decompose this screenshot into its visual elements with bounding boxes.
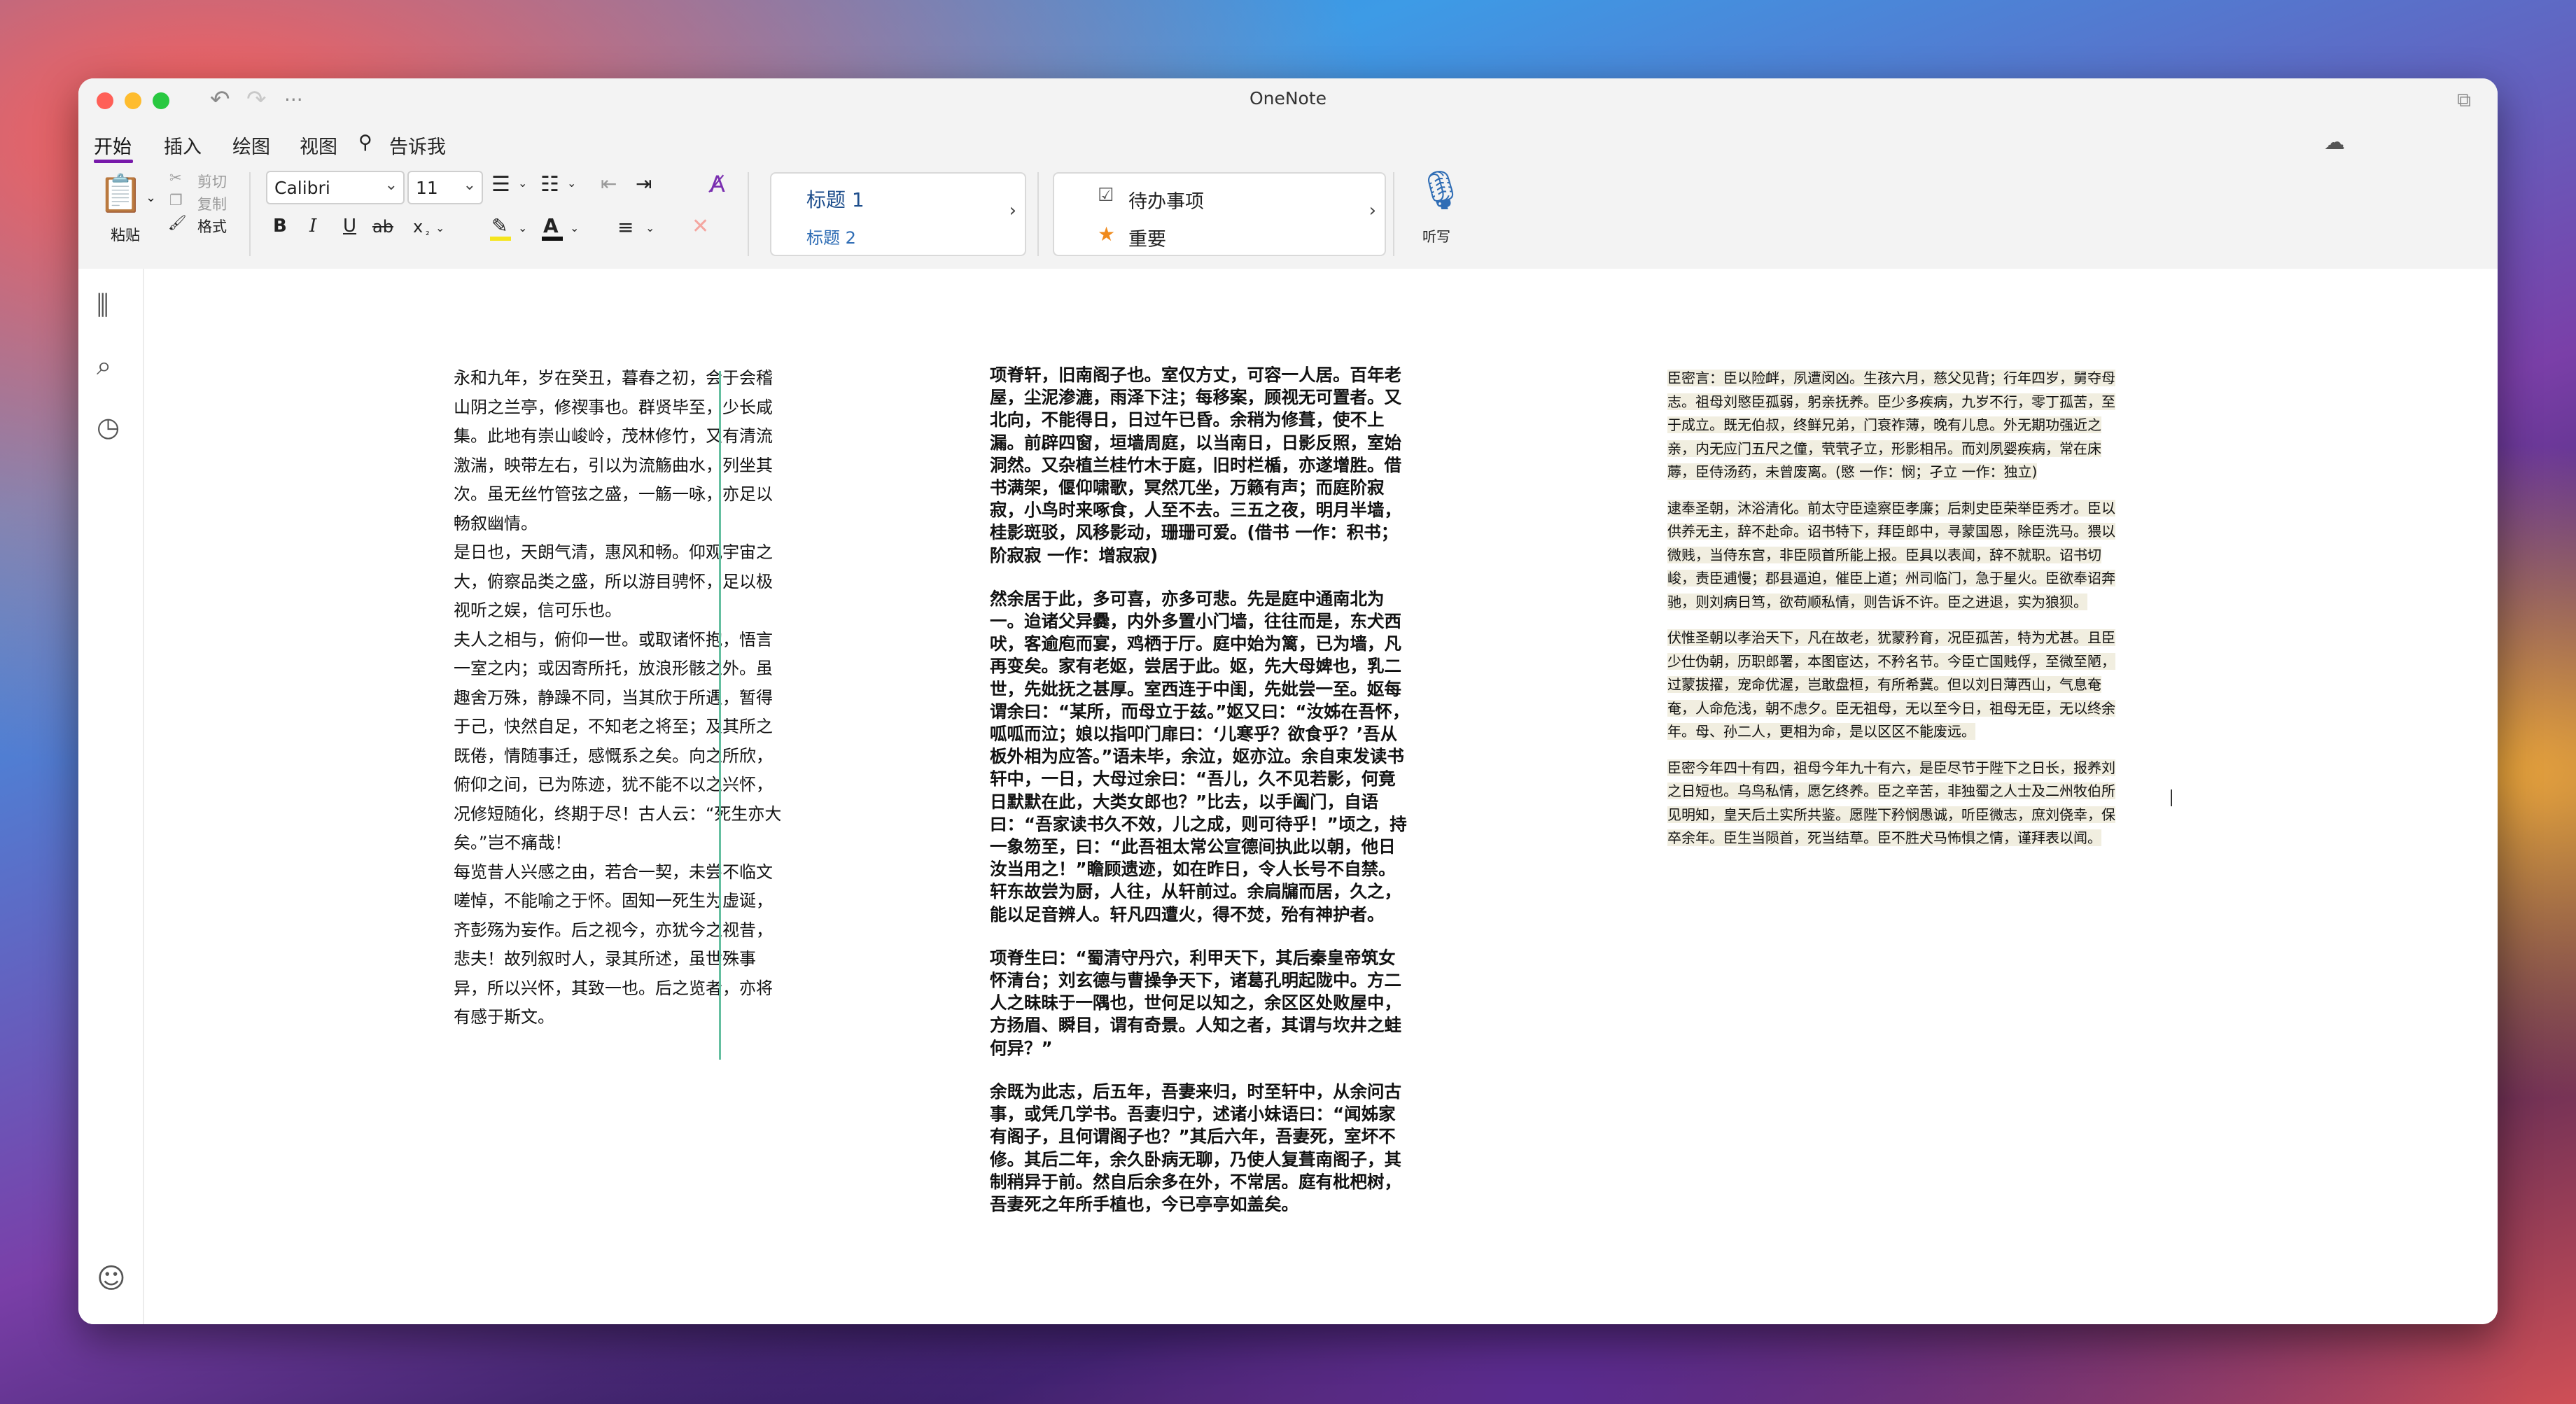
feedback-icon[interactable]: ☺ xyxy=(97,1263,126,1295)
onenote-window: ↶ ↷ ··· OneNote ⧉ 开始 插入 绘图 视图 ⚲ 告诉我 ☁ ⇪ … xyxy=(78,78,2498,1324)
dictate-label: 听写 xyxy=(1422,228,1450,245)
text-cursor xyxy=(2171,789,2172,806)
subscript-marker: ₂ xyxy=(426,227,430,238)
cut-icon: ✂ xyxy=(169,169,182,186)
paragraph[interactable]: 夫人之相与，俯仰一世。或取诸怀抱，悟言一室之内；或因寄所托，放浪形骸之外。虽趣舍… xyxy=(454,626,783,858)
paste-dropdown-icon[interactable]: ⌄ xyxy=(146,190,156,205)
subscript-dropdown-icon[interactable]: ⌄ xyxy=(435,221,444,234)
highlight-icon[interactable]: ✎ xyxy=(491,214,507,237)
title-bar: ↶ ↷ ··· OneNote ⧉ xyxy=(78,78,2498,122)
copy-button[interactable]: 复制 xyxy=(197,193,227,214)
bullets-icon[interactable]: ☰ xyxy=(491,172,510,197)
bold-button[interactable]: B xyxy=(273,216,287,237)
paste-icon[interactable]: 📋 xyxy=(98,172,144,215)
ribbon-separator xyxy=(748,172,749,256)
selection-bar xyxy=(719,371,721,1060)
font-color-swatch xyxy=(542,237,563,241)
tag-todo[interactable]: 待办事项 xyxy=(1128,186,1204,213)
ribbon: 📋 ⌄ 粘贴 ✂ 剪切 ❐ 复制 🖌 格式 Calibri ⌄ 11 ⌄ ☰ ⌄… xyxy=(78,165,2498,270)
highlight-dropdown-icon[interactable]: ⌄ xyxy=(518,221,527,234)
page-canvas[interactable]: 永和九年，岁在癸丑，暮春之初，会于会稽山阴之兰亭，修禊事也。群贤毕至，少长咸集。… xyxy=(144,269,2498,1324)
font-name-dropdown[interactable]: Calibri ⌄ xyxy=(266,171,405,204)
paste-label: 粘贴 xyxy=(111,227,140,244)
increase-indent-icon[interactable]: ⇥ xyxy=(636,172,652,195)
style-heading-1[interactable]: 标题 1 xyxy=(806,185,864,213)
left-navigation: ⫼ ⌕ ◷ ☺ xyxy=(78,269,144,1324)
ribbon-separator xyxy=(1393,172,1394,256)
notebook-sync-icon[interactable]: ☁ xyxy=(2324,130,2345,155)
tab-view[interactable]: 视图 xyxy=(300,132,337,159)
highlighted-paragraph[interactable]: 臣密言：臣以险衅，夙遭闵凶。生孩六月，慈父见背；行年四岁，舅夺母志。祖母刘愍臣孤… xyxy=(1667,370,2115,480)
tell-me-search[interactable]: 告诉我 xyxy=(389,132,446,159)
tags-gallery[interactable]: ☑ 待办事项 ★ 重要 › xyxy=(1053,172,1386,256)
font-size-dropdown[interactable]: 11 ⌄ xyxy=(407,171,483,204)
numbering-icon[interactable]: ☷ xyxy=(540,172,559,197)
font-size-value: 11 xyxy=(416,178,438,198)
style-heading-2[interactable]: 标题 2 xyxy=(806,224,856,248)
numbering-dropdown-icon[interactable]: ⌄ xyxy=(567,176,576,190)
menu-bar: 开始 插入 绘图 视图 ⚲ 告诉我 ☁ ⇪ 共享 ⌄ xyxy=(78,122,2498,206)
decrease-indent-icon[interactable]: ⇤ xyxy=(601,172,617,195)
highlighted-paragraph[interactable]: 伏惟圣朝以孝治天下，凡在故老，犹蒙矜育，况臣孤苦，特为尤甚。且臣少仕伪朝，历职郎… xyxy=(1667,629,2115,740)
paragraph[interactable]: 项脊轩，旧南阁子也。室仅方丈，可容一人居。百年老屋，尘泥渗漉，雨泽下注；每移案，… xyxy=(990,364,1410,567)
chevron-right-icon[interactable]: › xyxy=(1369,200,1376,221)
paragraph[interactable]: 是日也，天朗气清，惠风和畅。仰观宇宙之大，俯察品类之盛，所以游目骋怀，足以极视听… xyxy=(454,538,783,626)
clear-formatting-icon[interactable]: A̸ xyxy=(710,171,725,197)
font-color-dropdown-icon[interactable]: ⌄ xyxy=(570,221,579,234)
note-container-1[interactable]: 永和九年，岁在癸丑，暮春之初，会于会稽山阴之兰亭，修禊事也。群贤毕至，少长咸集。… xyxy=(454,364,783,1032)
tab-insert[interactable]: 插入 xyxy=(164,132,202,159)
paragraph[interactable]: 每览昔人兴感之由，若合一契，未尝不临文嗟悼，不能喻之于怀。固知一死生为虚诞，齐彭… xyxy=(454,858,783,1032)
chevron-right-icon[interactable]: › xyxy=(1009,200,1016,221)
delete-icon[interactable]: ✕ xyxy=(692,214,709,239)
recent-clock-icon[interactable]: ◷ xyxy=(97,412,120,442)
italic-button[interactable]: I xyxy=(309,216,316,237)
paragraph[interactable]: 永和九年，岁在癸丑，暮春之初，会于会稽山阴之兰亭，修禊事也。群贤毕至，少长咸集。… xyxy=(454,364,783,538)
copy-icon: ❐ xyxy=(169,192,183,209)
paragraph[interactable]: 余既为此志，后五年，吾妻来归，时至轩中，从余问古事，或凭几学书。吾妻归宁，述诸小… xyxy=(990,1081,1410,1216)
underline-button[interactable]: U xyxy=(343,216,356,237)
font-color-icon[interactable]: A xyxy=(543,214,559,237)
font-name-value: Calibri xyxy=(274,178,330,198)
search-icon[interactable]: ⌕ xyxy=(97,350,111,381)
highlight-color-swatch xyxy=(490,237,511,241)
tab-home[interactable]: 开始 xyxy=(94,132,132,159)
chevron-down-icon: ⌄ xyxy=(463,176,476,194)
highlighted-paragraph[interactable]: 逮奉圣朝，沐浴清化。前太守臣逵察臣孝廉；后刺史臣荣举臣秀才。臣以供养无主，辞不赴… xyxy=(1667,499,2115,610)
cut-button[interactable]: 剪切 xyxy=(197,171,227,192)
format-painter-button[interactable]: 格式 xyxy=(197,216,227,237)
ribbon-separator xyxy=(1037,172,1039,256)
paragraph[interactable]: 然余居于此，多可喜，亦多可悲。先是庭中通南北为一。迨诸父异爨，内外多置小门墙，往… xyxy=(990,588,1410,926)
tab-home-underline xyxy=(94,160,133,163)
highlighted-paragraph[interactable]: 臣密今年四十有四，祖母今年九十有六，是臣尽节于陛下之日长，报养刘之日短也。乌鸟私… xyxy=(1667,759,2115,846)
align-dropdown-icon[interactable]: ⌄ xyxy=(645,221,654,234)
star-icon: ★ xyxy=(1098,223,1116,246)
strikethrough-button[interactable]: ab xyxy=(372,217,393,237)
note-container-3[interactable]: 臣密言：臣以险衅，夙遭闵凶。生孩六月，慈父见背；行年四岁，舅夺母志。祖母刘愍臣孤… xyxy=(1667,367,2117,863)
checkbox-icon: ☑ xyxy=(1098,185,1114,206)
chevron-down-icon: ⌄ xyxy=(384,176,398,194)
window-title: OneNote xyxy=(1249,88,1327,108)
paragraph[interactable]: 项脊生曰：“蜀清守丹穴，利甲天下，其后秦皇帝筑女怀清台；刘玄德与曹操争天下，诸葛… xyxy=(990,947,1410,1060)
bullets-dropdown-icon[interactable]: ⌄ xyxy=(518,176,527,190)
tag-important[interactable]: 重要 xyxy=(1128,224,1166,251)
ribbon-separator xyxy=(249,172,251,256)
format-painter-icon: 🖌 xyxy=(168,214,187,231)
align-icon[interactable]: ≡ xyxy=(617,216,634,239)
microphone-icon[interactable]: 🎙 xyxy=(1417,168,1465,213)
notebooks-icon[interactable]: ⫼ xyxy=(97,290,108,321)
styles-gallery[interactable]: 标题 1 标题 2 › xyxy=(770,172,1026,256)
subscript-button[interactable]: x xyxy=(413,217,423,237)
lightbulb-icon: ⚲ xyxy=(358,132,372,153)
sync-icon[interactable]: ⧉ xyxy=(2457,88,2471,112)
tab-draw[interactable]: 绘图 xyxy=(232,132,270,159)
note-container-2[interactable]: 项脊轩，旧南阁子也。室仅方丈，可容一人居。百年老屋，尘泥渗漉，雨泽下注；每移案，… xyxy=(990,364,1410,1237)
